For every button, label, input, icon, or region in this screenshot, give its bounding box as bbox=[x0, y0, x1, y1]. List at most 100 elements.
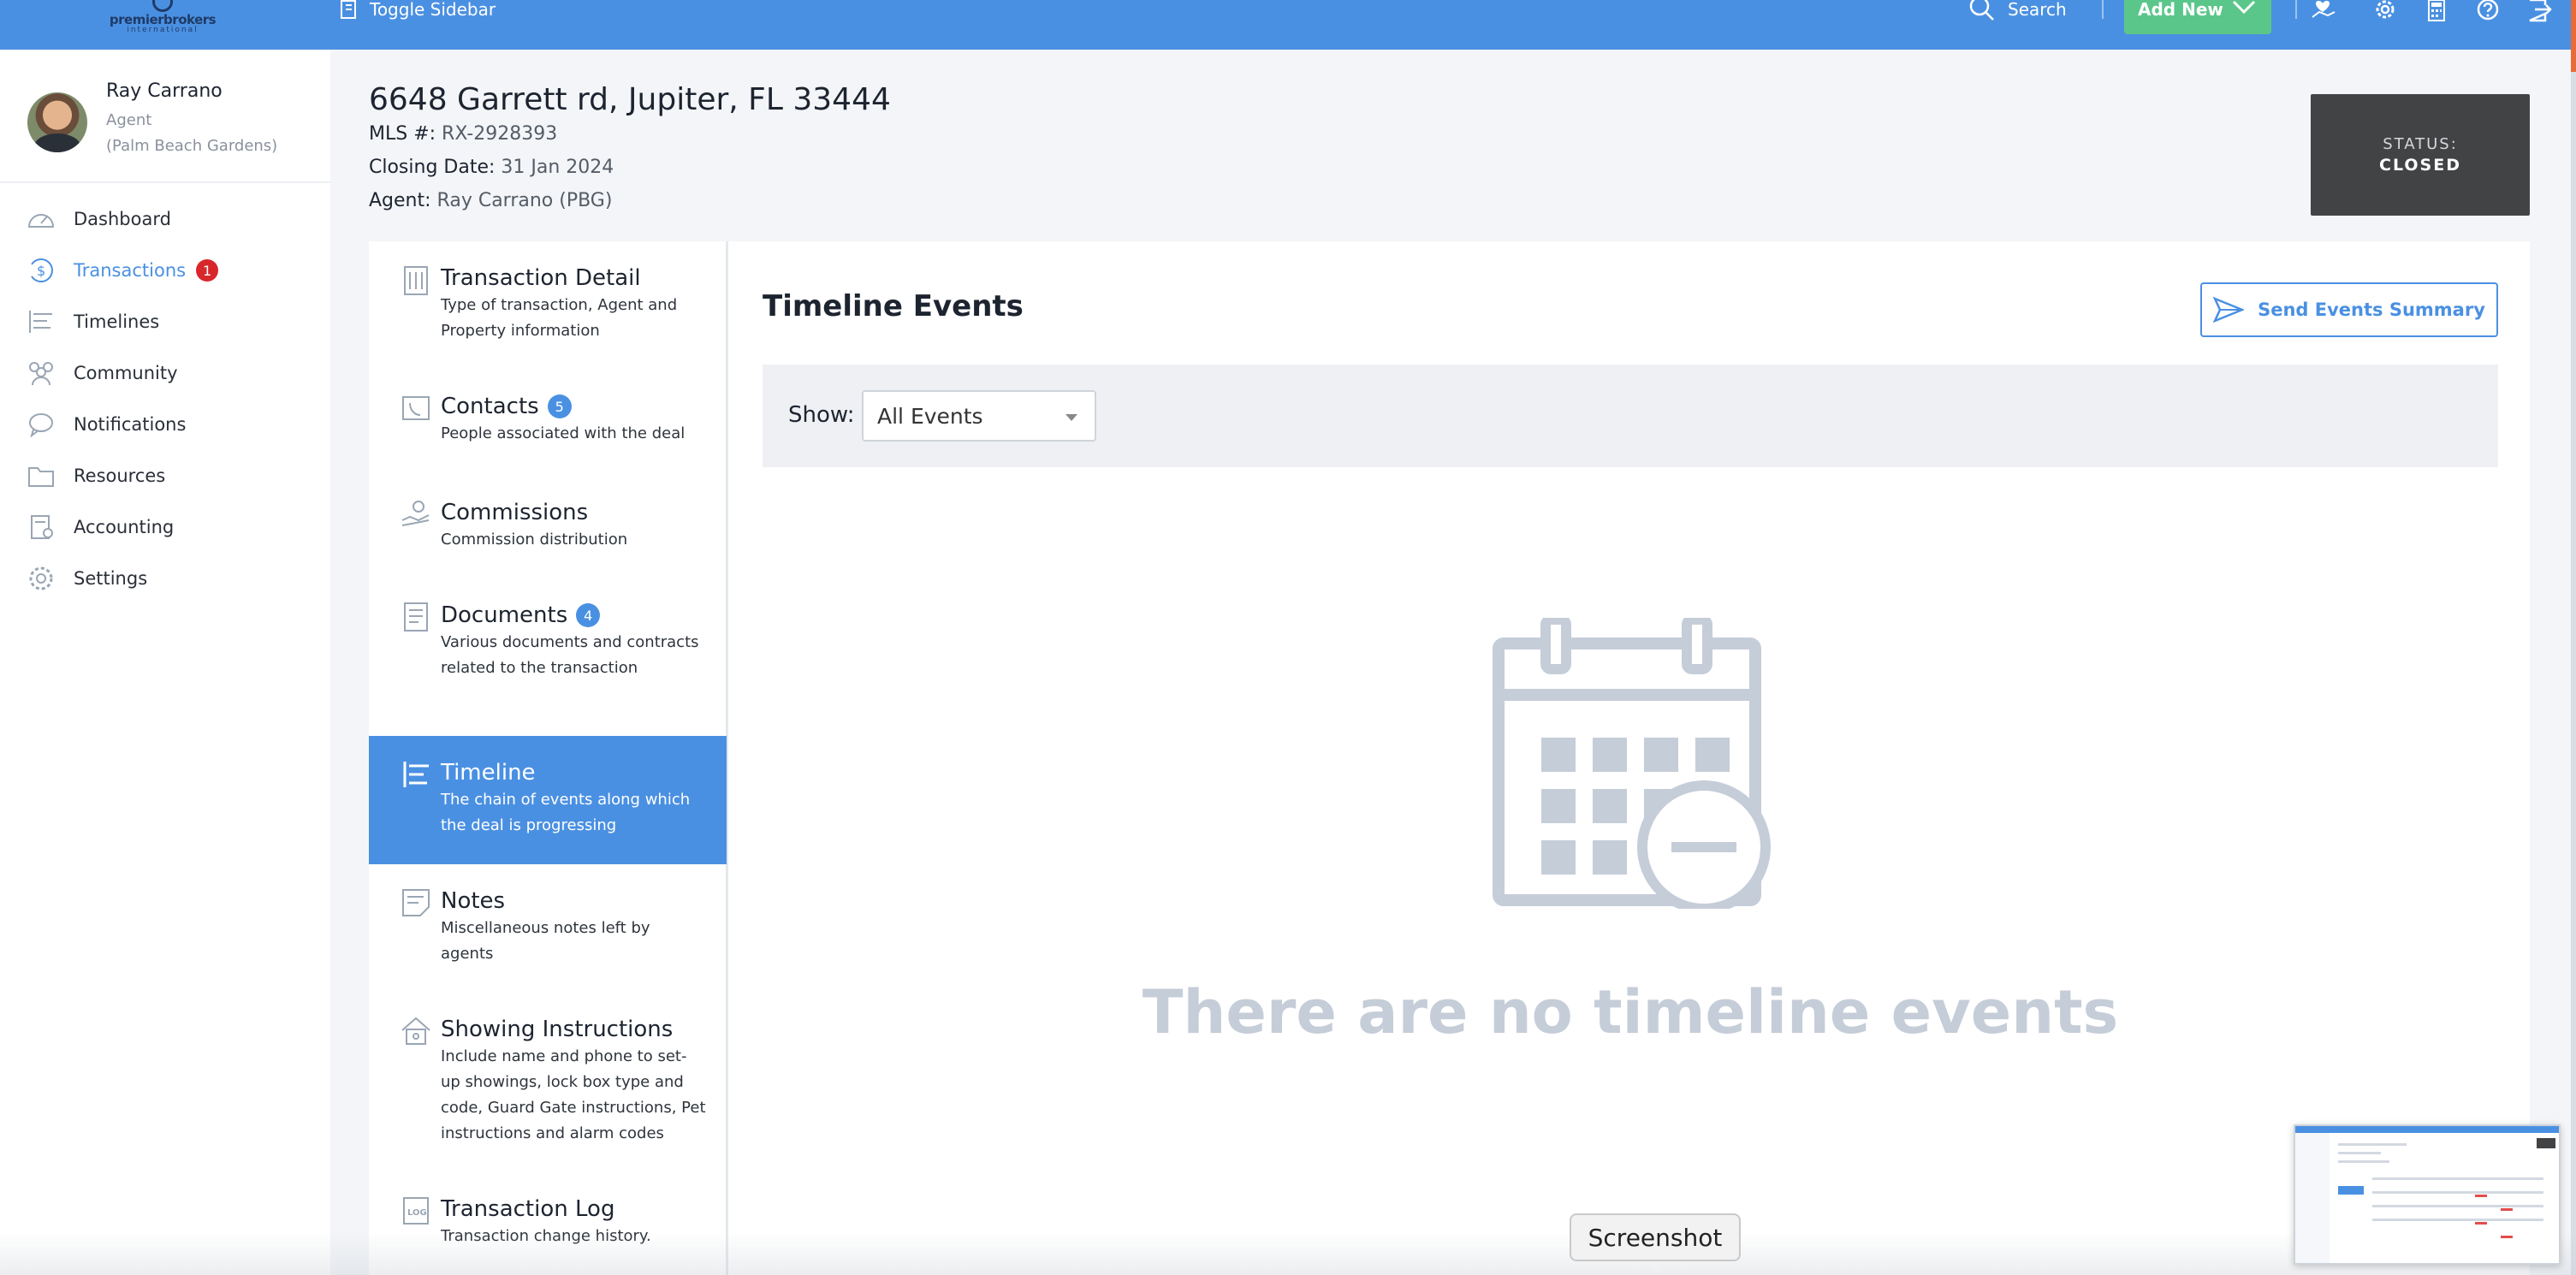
send-events-summary-button[interactable]: Send Events Summary bbox=[2200, 282, 2498, 337]
speedometer-icon bbox=[26, 205, 56, 234]
closing-date-row: Closing Date: 31 Jan 2024 bbox=[369, 157, 614, 178]
chevron-down-icon bbox=[2232, 0, 2256, 15]
user-profile[interactable]: Ray Carrano Agent (Palm Beach Gardens) bbox=[0, 50, 330, 183]
closing-label: Closing Date: bbox=[369, 157, 496, 178]
event-filter-select[interactable]: All Events bbox=[862, 390, 1096, 442]
logo-subtext: international bbox=[127, 26, 199, 34]
window-edge-scrollbar[interactable] bbox=[2571, 0, 2576, 1275]
tab-description: Various documents and contracts related … bbox=[441, 633, 699, 677]
sidebar-item-dashboard[interactable]: Dashboard bbox=[26, 202, 308, 236]
sidebar-item-community[interactable]: Community bbox=[26, 356, 308, 390]
tab-contacts[interactable]: Contacts 5 People associated with the dea… bbox=[369, 370, 727, 476]
log-icon: LOG bbox=[403, 1197, 429, 1225]
tab-title: Notes bbox=[441, 888, 506, 914]
svg-text:$: $ bbox=[37, 263, 45, 279]
document-icon bbox=[404, 602, 428, 632]
sidebar-item-label: Notifications bbox=[74, 414, 187, 435]
sidebar-item-timelines[interactable]: Timelines bbox=[26, 305, 308, 339]
screenshot-thumbnail[interactable] bbox=[2294, 1124, 2561, 1265]
sidebar-item-notifications[interactable]: Notifications bbox=[26, 407, 308, 442]
tab-transaction-log[interactable]: LOG Transaction Log Transaction change h… bbox=[369, 1172, 727, 1275]
toggle-sidebar-label: Toggle Sidebar bbox=[370, 0, 496, 20]
contacts-count-badge: 5 bbox=[547, 394, 572, 418]
profile-office: (Palm Beach Gardens) bbox=[106, 137, 278, 155]
tab-title: Documents 4 bbox=[441, 602, 601, 628]
ledger-icon bbox=[26, 513, 56, 542]
agent-row: Agent: Ray Carrano (PBG) bbox=[369, 190, 612, 211]
gear-icon bbox=[26, 564, 56, 593]
tab-title: Showing Instructions bbox=[441, 1017, 674, 1042]
brand-logo[interactable]: premierbrokers international bbox=[103, 0, 223, 36]
logout-icon[interactable] bbox=[2526, 0, 2552, 22]
top-search-button[interactable]: Search bbox=[1968, 0, 2067, 21]
phone-book-icon bbox=[402, 396, 430, 420]
top-divider bbox=[2102, 0, 2104, 19]
avatar bbox=[27, 92, 87, 152]
tab-description: The chain of events along which the deal… bbox=[441, 791, 691, 834]
filter-bar: Show: All Events bbox=[763, 365, 2498, 467]
calculator-icon[interactable] bbox=[2424, 0, 2449, 22]
timeline-icon bbox=[26, 307, 56, 336]
property-address: 6648 Garrett rd, Jupiter, FL 33444 bbox=[369, 82, 891, 117]
heart-hand-icon[interactable] bbox=[2311, 0, 2336, 22]
left-sidebar: Ray Carrano Agent (Palm Beach Gardens) D… bbox=[0, 50, 330, 1275]
mls-row: MLS #: RX-2928393 bbox=[369, 123, 557, 145]
tab-documents[interactable]: Documents 4 Various documents and contrac… bbox=[369, 578, 727, 732]
svg-text:LOG: LOG bbox=[407, 1208, 427, 1218]
send-events-summary-label: Send Events Summary bbox=[2258, 299, 2485, 320]
screenshot-tooltip: Screenshot bbox=[1570, 1213, 1741, 1272]
add-new-button[interactable]: Add New bbox=[2124, 0, 2271, 34]
sidebar-item-label: Accounting bbox=[74, 517, 175, 537]
sidebar-item-settings[interactable]: Settings bbox=[26, 561, 308, 596]
search-icon bbox=[1969, 0, 1994, 21]
transactions-count-badge: 1 bbox=[196, 259, 219, 282]
dollar-cycle-icon: $ bbox=[26, 256, 56, 285]
search-label: Search bbox=[2008, 0, 2067, 20]
status-value: CLOSED bbox=[2379, 156, 2461, 175]
building-icon bbox=[404, 266, 428, 295]
transaction-card: Transaction Detail Type of transaction, … bbox=[369, 241, 2530, 1275]
calendar-empty-icon bbox=[1493, 618, 1771, 909]
top-navbar: premierbrokers international Toggle Side… bbox=[0, 0, 2576, 50]
send-icon bbox=[2213, 297, 2245, 323]
documents-count-badge: 4 bbox=[576, 603, 601, 627]
status-badge: STATUS: CLOSED bbox=[2311, 94, 2530, 216]
logo-mark-icon bbox=[152, 0, 173, 12]
status-label: STATUS: bbox=[2383, 135, 2458, 153]
sidebar-item-label: Resources bbox=[74, 466, 166, 486]
sidebar-item-resources[interactable]: Resources bbox=[26, 459, 308, 493]
event-filter-value: All Events bbox=[877, 403, 983, 429]
agent-label: Agent: bbox=[369, 190, 431, 211]
profile-role: Agent bbox=[106, 111, 152, 129]
tab-transaction-detail[interactable]: Transaction Detail Type of transaction, … bbox=[369, 241, 727, 370]
tab-notes[interactable]: Notes Miscellaneous notes left by agents bbox=[369, 864, 727, 993]
add-new-label: Add New bbox=[2138, 0, 2223, 20]
sidebar-item-label: Settings bbox=[74, 568, 148, 589]
scroll-indicator bbox=[2571, 0, 2576, 72]
sidebar-item-transactions[interactable]: $ Transactions 1 bbox=[26, 253, 308, 288]
tab-title: Contacts 5 bbox=[441, 394, 572, 419]
show-label: Show: bbox=[788, 402, 855, 428]
people-icon bbox=[26, 359, 56, 388]
tab-commissions[interactable]: Commissions Commission distribution bbox=[369, 476, 727, 578]
tab-description: Commission distribution bbox=[441, 531, 628, 549]
help-icon[interactable] bbox=[2475, 0, 2501, 22]
tab-description: Miscellaneous notes left by agents bbox=[441, 919, 650, 963]
panel-title: Timeline Events bbox=[763, 289, 1024, 323]
profile-name: Ray Carrano bbox=[106, 80, 223, 102]
mls-value: RX-2928393 bbox=[442, 123, 558, 145]
tab-title: Timeline bbox=[441, 760, 536, 786]
transaction-tabs: Transaction Detail Type of transaction, … bbox=[369, 241, 728, 1275]
toggle-sidebar-button[interactable]: Toggle Sidebar bbox=[339, 0, 496, 20]
tab-showing-instructions[interactable]: Showing Instructions Include name and ph… bbox=[369, 993, 727, 1172]
gear-icon[interactable] bbox=[2372, 0, 2398, 22]
sidebar-item-accounting[interactable]: Accounting bbox=[26, 510, 308, 544]
tab-description: Transaction change history. bbox=[441, 1227, 651, 1245]
tab-description: Type of transaction, Agent and Property … bbox=[441, 296, 678, 340]
empty-state-message: There are no timeline events bbox=[1142, 977, 2119, 1047]
sidebar-item-label: Timelines bbox=[74, 311, 160, 332]
tab-timeline[interactable]: Timeline The chain of events along which… bbox=[369, 736, 727, 864]
folder-icon bbox=[26, 461, 56, 490]
tab-title: Transaction Log bbox=[441, 1196, 615, 1222]
sidebar-item-label: Transactions bbox=[74, 260, 187, 281]
